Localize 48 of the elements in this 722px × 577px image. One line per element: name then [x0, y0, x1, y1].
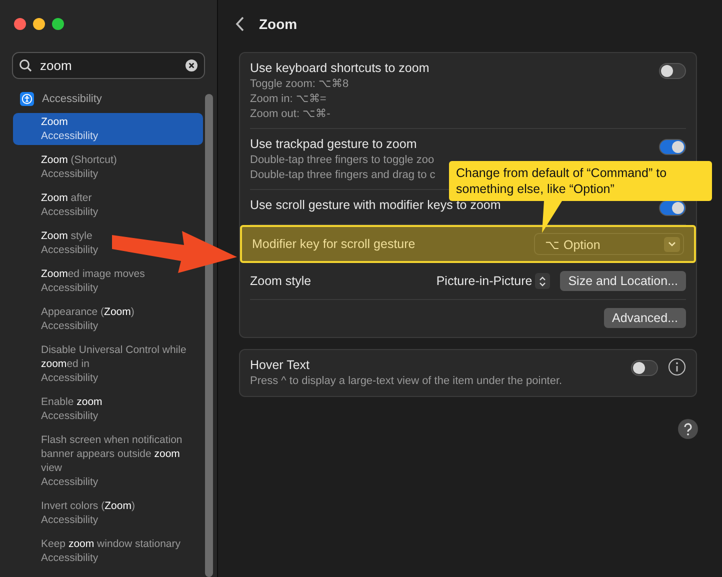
page-title: Zoom [259, 16, 298, 32]
modifier-key-dropdown[interactable]: ⌥ Option [534, 233, 684, 255]
minimize-window-button[interactable] [33, 18, 45, 30]
setting-description: Zoom out: ⌥⌘- [250, 108, 332, 120]
accessibility-icon [20, 92, 34, 106]
setting-label: Hover Text [250, 358, 311, 372]
toggle-switch[interactable] [659, 139, 686, 155]
setting-description: Toggle zoom: ⌥⌘8 [250, 78, 350, 90]
search-input[interactable]: zoom [38, 57, 179, 74]
setting-description: Zoom in: ⌥⌘= [250, 93, 328, 105]
search-result[interactable]: Zoom Accessibility [13, 113, 203, 145]
close-window-button[interactable] [14, 18, 26, 30]
scrollbar[interactable] [205, 94, 213, 577]
advanced-button[interactable]: Advanced... [604, 308, 686, 328]
setting-description: Double-tap three fingers and drag to c [250, 169, 436, 181]
clear-search-icon[interactable] [185, 59, 198, 72]
toggle-switch[interactable] [631, 360, 658, 376]
section-label: Accessibility [42, 93, 102, 105]
help-button[interactable] [678, 419, 698, 439]
setting-description: Press ^ to display a large-text view of the item under the pointer. [250, 375, 562, 387]
search-result[interactable]: Zoomed image moves Accessibility [41, 265, 145, 297]
search-result[interactable]: Zoom style Accessibility [41, 227, 98, 259]
search-result[interactable]: Invert colors (Zoom) Accessibility [41, 497, 135, 529]
setting-label: Modifier key for scroll gesture [252, 237, 416, 251]
search-result[interactable]: Enable zoom Accessibility [41, 393, 102, 425]
setting-label: Use scroll gesture with modifier keys to zoom [250, 198, 501, 212]
setting-label: Use trackpad gesture to zoom [250, 137, 418, 151]
search-result[interactable]: Appearance (Zoom) Accessibility [41, 303, 134, 335]
search-result[interactable]: Zoom after Accessibility [41, 189, 98, 221]
search-field[interactable]: zoom [12, 52, 205, 79]
search-result[interactable]: Keep zoom window stationary Accessibility [41, 535, 181, 567]
size-and-location-button[interactable]: Size and Location... [560, 271, 686, 291]
setting-label: Use keyboard shortcuts to zoom [250, 61, 430, 75]
toggle-switch[interactable] [659, 200, 686, 216]
setting-description: Double-tap three fingers to toggle zoo [250, 154, 436, 166]
question-mark-icon [683, 422, 693, 436]
chevron-down-icon [668, 241, 676, 247]
stepper-icon [539, 276, 546, 286]
zoom-window-button[interactable] [52, 18, 64, 30]
search-result[interactable]: Disable Universal Control while zoomed in Accessibility [41, 341, 189, 387]
back-icon[interactable] [235, 16, 245, 32]
search-result[interactable]: Zoom (Shortcut) Accessibility [41, 151, 117, 183]
info-icon[interactable] [668, 358, 686, 376]
setting-label: Zoom style [250, 274, 312, 288]
toggle-switch[interactable] [659, 63, 686, 79]
search-icon [19, 59, 32, 72]
search-result[interactable]: Flash screen when notification banner appears outside zoom view Accessibility [41, 431, 189, 491]
zoom-style-selector[interactable]: Picture-in-Picture [436, 273, 550, 289]
